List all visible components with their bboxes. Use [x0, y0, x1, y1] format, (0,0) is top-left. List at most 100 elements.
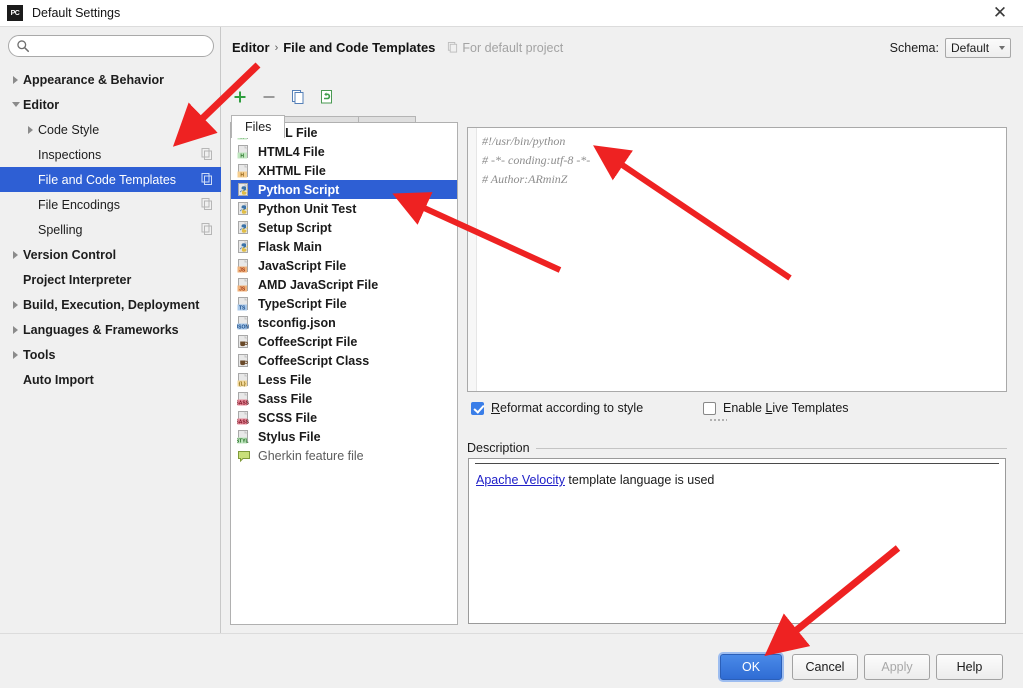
python-file-icon: [237, 201, 251, 216]
close-icon[interactable]: ✕: [977, 0, 1023, 26]
list-item-label: Less File: [258, 372, 312, 387]
tab-files[interactable]: Files: [231, 115, 286, 138]
remove-template-button[interactable]: [259, 87, 279, 107]
chevron-down-icon[interactable]: [8, 92, 23, 117]
sidebar-item-appearance-behavior[interactable]: Appearance & Behavior: [0, 67, 221, 92]
sidebar-item-label: Editor: [23, 97, 60, 112]
copy-template-button[interactable]: [288, 87, 308, 107]
template-editor[interactable]: #!/usr/bin/python # -*- conding:utf-8 -*…: [467, 127, 1007, 392]
svg-text:TS: TS: [239, 305, 246, 311]
sidebar-item-label: Languages & Frameworks: [23, 322, 179, 337]
project-override-icon: [201, 223, 213, 235]
sidebar-item-file-encodings[interactable]: File Encodings: [0, 192, 221, 217]
list-item[interactable]: H XHTML File: [231, 161, 457, 180]
project-override-icon: [201, 148, 213, 160]
live-templates-checkbox-label: Enable Live Templates: [723, 401, 849, 415]
sidebar-item-version-control[interactable]: Version Control: [0, 242, 221, 267]
sidebar-item-code-style[interactable]: Code Style: [0, 117, 221, 142]
python-file-icon: [237, 220, 251, 235]
add-template-button[interactable]: [230, 87, 250, 107]
sidebar-item-editor[interactable]: Editor: [0, 92, 221, 117]
project-override-icon: [201, 173, 213, 185]
sidebar-item-build-execution-deployment[interactable]: Build, Execution, Deployment: [0, 292, 221, 317]
reformat-checkbox[interactable]: Reformat according to style: [471, 401, 643, 415]
list-item[interactable]: CoffeeScript File: [231, 332, 457, 351]
chevron-right-icon[interactable]: [8, 317, 23, 342]
chevron-right-icon[interactable]: [23, 117, 38, 142]
breadcrumb-separator: ›: [274, 41, 279, 54]
list-item[interactable]: {L} Less File: [231, 370, 457, 389]
list-item-label: Python Script: [258, 182, 340, 197]
sidebar-item-languages-frameworks[interactable]: Languages & Frameworks: [0, 317, 221, 342]
reset-template-button[interactable]: [317, 87, 337, 107]
gherkin-file-icon: [237, 449, 251, 463]
list-item-label: HTML4 File: [258, 144, 325, 159]
list-item[interactable]: JS JavaScript File: [231, 256, 457, 275]
description-group: Description Apache Velocity template lan…: [467, 441, 1007, 626]
sidebar-item-label: Spelling: [38, 222, 83, 237]
sidebar-item-label: Project Interpreter: [23, 272, 132, 287]
sidebar-item-auto-import[interactable]: Auto Import: [0, 367, 221, 392]
svg-text:{L}: {L}: [239, 381, 246, 387]
sidebar-item-project-interpreter[interactable]: Project Interpreter: [0, 267, 221, 292]
list-item[interactable]: Setup Script: [231, 218, 457, 237]
chevron-right-icon[interactable]: [8, 242, 23, 267]
svg-text:SASS: SASS: [237, 419, 250, 425]
chevron-down-icon: [999, 46, 1005, 50]
templates-list[interactable]: HHTML FileHHTML4 FileHXHTML FilePython S…: [230, 122, 458, 625]
live-templates-checkbox[interactable]: Enable Live Templates: [703, 401, 849, 415]
list-item[interactable]: Flask Main: [231, 237, 457, 256]
list-item[interactable]: SASS SCSS File: [231, 408, 457, 427]
sidebar-item-tools[interactable]: Tools: [0, 342, 221, 367]
list-item-label: Setup Script: [258, 220, 332, 235]
list-item-label: Gherkin feature file: [258, 448, 364, 463]
list-item[interactable]: Python Script: [231, 180, 457, 199]
sidebar-item-spelling[interactable]: Spelling: [0, 217, 221, 242]
sidebar-item-label: File Encodings: [38, 197, 120, 212]
sidebar-item-file-and-code-templates[interactable]: File and Code Templates: [0, 167, 221, 192]
list-item[interactable]: JS AMD JavaScript File: [231, 275, 457, 294]
schema-dropdown[interactable]: Default: [945, 38, 1011, 58]
cancel-button[interactable]: Cancel: [792, 654, 858, 680]
list-item[interactable]: Gherkin feature file: [231, 446, 457, 465]
list-item[interactable]: JSON tsconfig.json: [231, 313, 457, 332]
apache-velocity-link[interactable]: Apache Velocity: [476, 473, 565, 487]
sidebar-item-label: Code Style: [38, 122, 100, 137]
editor-content[interactable]: #!/usr/bin/python # -*- conding:utf-8 -*…: [482, 132, 590, 189]
sidebar-item-inspections[interactable]: Inspections: [0, 142, 221, 167]
list-item[interactable]: Python Unit Test: [231, 199, 457, 218]
list-item[interactable]: CoffeeScript Class: [231, 351, 457, 370]
list-item[interactable]: STYL Stylus File: [231, 427, 457, 446]
reformat-checkbox-box[interactable]: [471, 401, 484, 415]
scope-note: For default project: [447, 41, 563, 55]
list-item[interactable]: TS TypeScript File: [231, 294, 457, 313]
breadcrumb-parent[interactable]: Editor: [232, 40, 270, 55]
search-input[interactable]: [8, 35, 214, 57]
chevron-right-icon[interactable]: [8, 342, 23, 367]
javascript-file-icon: JS: [237, 277, 251, 292]
list-item-label: TypeScript File: [258, 296, 347, 311]
list-item-label: XHTML File: [258, 163, 326, 178]
sidebar-item-label: Build, Execution, Deployment: [23, 297, 200, 312]
description-text: Apache Velocity template language is use…: [476, 473, 714, 487]
help-button[interactable]: Help: [936, 654, 1003, 680]
list-item[interactable]: SASS Sass File: [231, 389, 457, 408]
splitter-grip[interactable]: [709, 418, 727, 423]
breadcrumb-current: File and Code Templates: [283, 40, 436, 55]
sidebar-item-label: Tools: [23, 347, 56, 362]
svg-text:STYL: STYL: [237, 438, 249, 444]
list-item-label: JavaScript File: [258, 258, 347, 273]
ok-button[interactable]: OK: [720, 654, 782, 680]
list-item[interactable]: H HTML4 File: [231, 142, 457, 161]
live-templates-checkbox-box[interactable]: [703, 401, 716, 415]
description-rest: template language is used: [564, 473, 715, 487]
list-item-label: tsconfig.json: [258, 315, 336, 330]
chevron-right-icon[interactable]: [8, 67, 23, 92]
svg-text:H: H: [240, 172, 244, 178]
json-file-icon: JSON: [235, 315, 251, 330]
typescript-file-icon: TS: [237, 296, 251, 311]
svg-text:SASS: SASS: [237, 400, 250, 406]
chevron-right-icon[interactable]: [8, 292, 23, 317]
